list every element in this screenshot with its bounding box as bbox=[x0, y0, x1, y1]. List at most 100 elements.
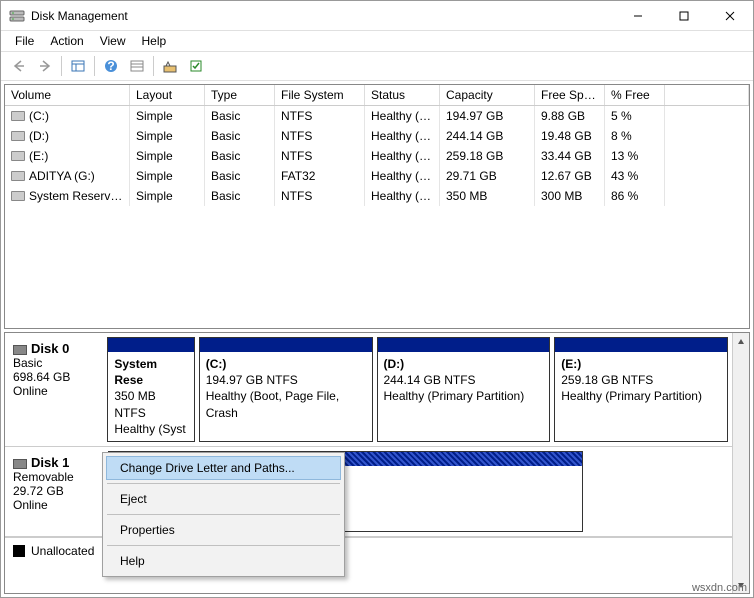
volume-cell: Healthy (P... bbox=[365, 166, 440, 186]
volume-cell: 5 % bbox=[605, 106, 665, 126]
ctx-help[interactable]: Help bbox=[106, 549, 341, 573]
volume-cell: 12.67 GB bbox=[535, 166, 605, 186]
volume-cell: 29.71 GB bbox=[440, 166, 535, 186]
volume-cell: ADITYA (G:) bbox=[5, 166, 130, 186]
volume-cell: Simple bbox=[130, 106, 205, 126]
volume-cell: Basic bbox=[205, 126, 275, 146]
ctx-change-drive-letter[interactable]: Change Drive Letter and Paths... bbox=[106, 456, 341, 480]
list-view-button[interactable] bbox=[125, 54, 149, 78]
volume-cell: Healthy (P... bbox=[365, 146, 440, 166]
partition-body: (E:)259.18 GB NTFSHealthy (Primary Parti… bbox=[555, 352, 727, 441]
volume-cell: NTFS bbox=[275, 106, 365, 126]
disk-info[interactable]: Disk 0Basic698.64 GBOnline bbox=[9, 337, 103, 442]
drive-icon bbox=[11, 151, 25, 161]
partition-bar bbox=[200, 338, 372, 352]
forward-button[interactable] bbox=[33, 54, 57, 78]
menu-action[interactable]: Action bbox=[42, 32, 91, 50]
menu-view[interactable]: View bbox=[92, 32, 134, 50]
partition-body: (D:)244.14 GB NTFSHealthy (Primary Parti… bbox=[378, 352, 550, 441]
volume-cell: 86 % bbox=[605, 186, 665, 206]
partition-body: System Rese350 MB NTFSHealthy (Syst bbox=[108, 352, 193, 441]
volume-cell: 13 % bbox=[605, 146, 665, 166]
volume-cell: 19.48 GB bbox=[535, 126, 605, 146]
view-button[interactable] bbox=[66, 54, 90, 78]
disk-icon bbox=[13, 459, 27, 469]
minimize-button[interactable] bbox=[615, 1, 661, 30]
drive-icon bbox=[11, 171, 25, 181]
volume-cell: 43 % bbox=[605, 166, 665, 186]
col-volume[interactable]: Volume bbox=[5, 85, 130, 105]
col-spacer bbox=[665, 85, 749, 105]
volume-cell: 259.18 GB bbox=[440, 146, 535, 166]
volume-cell: NTFS bbox=[275, 126, 365, 146]
legend-label-unallocated: Unallocated bbox=[31, 544, 94, 558]
app-icon bbox=[9, 8, 25, 24]
volume-cell: NTFS bbox=[275, 146, 365, 166]
volume-cell: 300 MB bbox=[535, 186, 605, 206]
volume-list: Volume Layout Type File System Status Ca… bbox=[4, 84, 750, 329]
partition-bar bbox=[378, 338, 550, 352]
col-status[interactable]: Status bbox=[365, 85, 440, 105]
volume-cell: 194.97 GB bbox=[440, 106, 535, 126]
ctx-separator bbox=[107, 545, 340, 546]
volume-row[interactable]: (D:)SimpleBasicNTFSHealthy (P...244.14 G… bbox=[5, 126, 749, 146]
volume-cell: 9.88 GB bbox=[535, 106, 605, 126]
refresh-button[interactable] bbox=[184, 54, 208, 78]
volume-row[interactable]: ADITYA (G:)SimpleBasicFAT32Healthy (P...… bbox=[5, 166, 749, 186]
menu-help[interactable]: Help bbox=[134, 32, 175, 50]
drive-icon bbox=[11, 191, 25, 201]
volume-cell: 33.44 GB bbox=[535, 146, 605, 166]
partition-body: (C:)194.97 GB NTFSHealthy (Boot, Page Fi… bbox=[200, 352, 372, 441]
title-bar: Disk Management bbox=[1, 1, 753, 31]
ctx-properties[interactable]: Properties bbox=[106, 518, 341, 542]
volume-cell: Simple bbox=[130, 166, 205, 186]
volume-row[interactable]: (E:)SimpleBasicNTFSHealthy (P...259.18 G… bbox=[5, 146, 749, 166]
partition[interactable]: System Rese350 MB NTFSHealthy (Syst bbox=[107, 337, 194, 442]
scroll-up-icon[interactable] bbox=[733, 333, 749, 350]
help-button[interactable]: ? bbox=[99, 54, 123, 78]
partition[interactable]: (C:)194.97 GB NTFSHealthy (Boot, Page Fi… bbox=[199, 337, 373, 442]
partition[interactable]: (E:)259.18 GB NTFSHealthy (Primary Parti… bbox=[554, 337, 728, 442]
volume-cell: Simple bbox=[130, 146, 205, 166]
volume-cell: 244.14 GB bbox=[440, 126, 535, 146]
toolbar: ? bbox=[1, 51, 753, 81]
volume-row[interactable]: (C:)SimpleBasicNTFSHealthy (B...194.97 G… bbox=[5, 106, 749, 126]
ctx-eject[interactable]: Eject bbox=[106, 487, 341, 511]
drive-icon bbox=[11, 111, 25, 121]
disk-icon bbox=[13, 345, 27, 355]
volume-cell: Basic bbox=[205, 186, 275, 206]
watermark: wsxdn.com bbox=[692, 582, 747, 594]
ctx-separator bbox=[107, 483, 340, 484]
volume-cell: Basic bbox=[205, 166, 275, 186]
maximize-button[interactable] bbox=[661, 1, 707, 30]
volume-cell: Simple bbox=[130, 186, 205, 206]
volume-list-rows: (C:)SimpleBasicNTFSHealthy (B...194.97 G… bbox=[5, 106, 749, 328]
window-controls bbox=[615, 1, 753, 30]
col-filesystem[interactable]: File System bbox=[275, 85, 365, 105]
close-button[interactable] bbox=[707, 1, 753, 30]
volume-cell: Healthy (P... bbox=[365, 126, 440, 146]
disk-row: Disk 0Basic698.64 GBOnlineSystem Rese350… bbox=[5, 333, 732, 447]
col-pctfree[interactable]: % Free bbox=[605, 85, 665, 105]
partition[interactable]: (D:)244.14 GB NTFSHealthy (Primary Parti… bbox=[377, 337, 551, 442]
volume-row[interactable]: System ReservedSimpleBasicNTFSHealthy (S… bbox=[5, 186, 749, 206]
menu-bar: File Action View Help bbox=[1, 31, 753, 51]
volume-cell: Basic bbox=[205, 106, 275, 126]
legend-swatch-unallocated bbox=[13, 545, 25, 557]
settings-button[interactable] bbox=[158, 54, 182, 78]
volume-list-header: Volume Layout Type File System Status Ca… bbox=[5, 85, 749, 106]
volume-cell: Simple bbox=[130, 126, 205, 146]
col-freespace[interactable]: Free Spa... bbox=[535, 85, 605, 105]
volume-cell: (E:) bbox=[5, 146, 130, 166]
back-button[interactable] bbox=[7, 54, 31, 78]
volume-cell: Healthy (S... bbox=[365, 186, 440, 206]
graph-scrollbar[interactable] bbox=[732, 333, 749, 593]
volume-cell: 350 MB bbox=[440, 186, 535, 206]
disk-info[interactable]: Disk 1Removable29.72 GBOnline bbox=[9, 451, 104, 532]
menu-file[interactable]: File bbox=[7, 32, 42, 50]
col-type[interactable]: Type bbox=[205, 85, 275, 105]
col-layout[interactable]: Layout bbox=[130, 85, 205, 105]
col-capacity[interactable]: Capacity bbox=[440, 85, 535, 105]
drive-icon bbox=[11, 131, 25, 141]
partition-bar bbox=[555, 338, 727, 352]
